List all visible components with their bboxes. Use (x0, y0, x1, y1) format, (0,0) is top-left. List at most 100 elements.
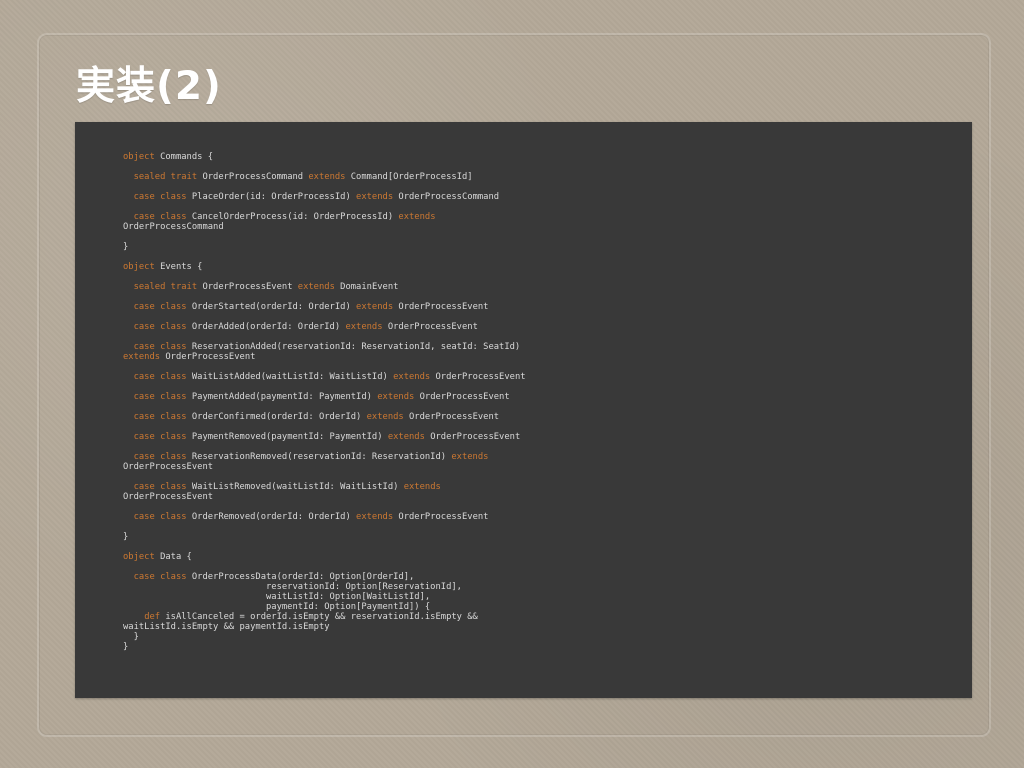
code-keyword: extends (297, 282, 335, 292)
code-line: OrderProcessEvent (123, 462, 526, 472)
code-line: case class ReservationAdded(reservationI… (123, 342, 526, 352)
code-text: OrderProcessData(orderId: Option[OrderId… (186, 572, 415, 582)
code-keyword: case class (133, 432, 187, 442)
code-text: CancelOrderProcess(id: OrderProcessId) (186, 212, 399, 222)
code-text: OrderProcessEvent (197, 282, 298, 292)
code-keyword: sealed trait (133, 282, 198, 292)
code-text: PaymentRemoved(paymentId: PaymentId) (186, 432, 388, 442)
code-keyword: extends (398, 212, 436, 222)
code-text: OrderConfirmed(orderId: OrderId) (186, 412, 367, 422)
code-keyword: extends (387, 432, 425, 442)
code-text: OrderProcessEvent (424, 432, 521, 442)
code-line: case class PlaceOrder(id: OrderProcessId… (123, 192, 526, 202)
code-keyword: def (144, 612, 161, 622)
code-keyword: case class (133, 512, 187, 522)
code-text: OrderProcessCommand (197, 172, 309, 182)
code-text: OrderProcessCommand (123, 222, 224, 232)
code-text: PaymentAdded(paymentId: PaymentId) (186, 392, 378, 402)
code-keyword: extends (366, 412, 404, 422)
code-line: case class WaitListAdded(waitListId: Wai… (123, 372, 526, 382)
code-line: case class WaitListRemoved(waitListId: W… (123, 482, 526, 492)
code-keyword: extends (123, 352, 161, 362)
code-line: } (123, 632, 526, 642)
code-keyword: extends (356, 512, 394, 522)
code-text: } (123, 632, 139, 642)
code-text: OrderProcessEvent (123, 492, 214, 502)
code-keyword: extends (356, 192, 394, 202)
code-line: object Data { (123, 552, 526, 562)
code-line: sealed trait OrderProcessCommand extends… (123, 172, 526, 182)
code-keyword: object (123, 152, 155, 162)
code-line: case class CancelOrderProcess(id: OrderP… (123, 212, 526, 222)
code-line: def isAllCanceled = orderId.isEmpty && r… (123, 612, 526, 622)
code-line: case class PaymentAdded(paymentId: Payme… (123, 392, 526, 402)
code-line: waitListId: Option[WaitListId], (123, 592, 526, 602)
code-keyword: sealed trait (133, 172, 198, 182)
code-text: Data { (154, 552, 192, 562)
code-text: ReservationRemoved(reservationId: Reserv… (186, 452, 452, 462)
code-keyword: case class (133, 392, 187, 402)
code-line: case class ReservationRemoved(reservatio… (123, 452, 526, 462)
code-text: OrderProcessEvent (393, 302, 489, 312)
code-line: } (123, 642, 526, 652)
code-line: } (123, 532, 526, 542)
code-line: extends OrderProcessEvent (123, 352, 526, 362)
code-line: } (123, 242, 526, 252)
code-text: } (123, 242, 129, 252)
code-keyword: extends (356, 302, 394, 312)
code-text: Commands { (154, 152, 214, 162)
code-line: case class OrderAdded(orderId: OrderId) … (123, 322, 526, 332)
code-block: object Commands { sealed trait OrderProc… (123, 152, 526, 652)
code-keyword: case class (133, 212, 187, 222)
code-keyword: extends (377, 392, 415, 402)
code-text: reservationId: Option[ReservationId], (123, 582, 462, 592)
code-keyword: case class (133, 482, 187, 492)
code-panel: object Commands { sealed trait OrderProc… (75, 122, 972, 698)
code-keyword: case class (133, 452, 187, 462)
code-line: case class OrderRemoved(orderId: OrderId… (123, 512, 526, 522)
code-text: PlaceOrder(id: OrderProcessId) (186, 192, 357, 202)
slide-title: 実装(2) (76, 64, 222, 109)
code-keyword: case class (133, 302, 187, 312)
code-text: OrderProcessEvent (123, 462, 214, 472)
code-keyword: case class (133, 342, 187, 352)
code-keyword: extends (308, 172, 346, 182)
code-text: DomainEvent (334, 282, 399, 292)
code-line: case class OrderStarted(orderId: OrderId… (123, 302, 526, 312)
code-text: ReservationAdded(reservationId: Reservat… (186, 342, 521, 352)
code-line: case class PaymentRemoved(paymentId: Pay… (123, 432, 526, 442)
code-line: object Events { (123, 262, 526, 272)
code-text: OrderStarted(orderId: OrderId) (186, 302, 357, 312)
code-keyword: extends (451, 452, 489, 462)
code-text: OrderProcessEvent (430, 372, 526, 382)
code-keyword: case class (133, 372, 187, 382)
code-text: OrderAdded(orderId: OrderId) (186, 322, 346, 332)
code-keyword: case class (133, 572, 187, 582)
code-keyword: extends (345, 322, 383, 332)
code-text: } (123, 642, 129, 652)
code-line: sealed trait OrderProcessEvent extends D… (123, 282, 526, 292)
